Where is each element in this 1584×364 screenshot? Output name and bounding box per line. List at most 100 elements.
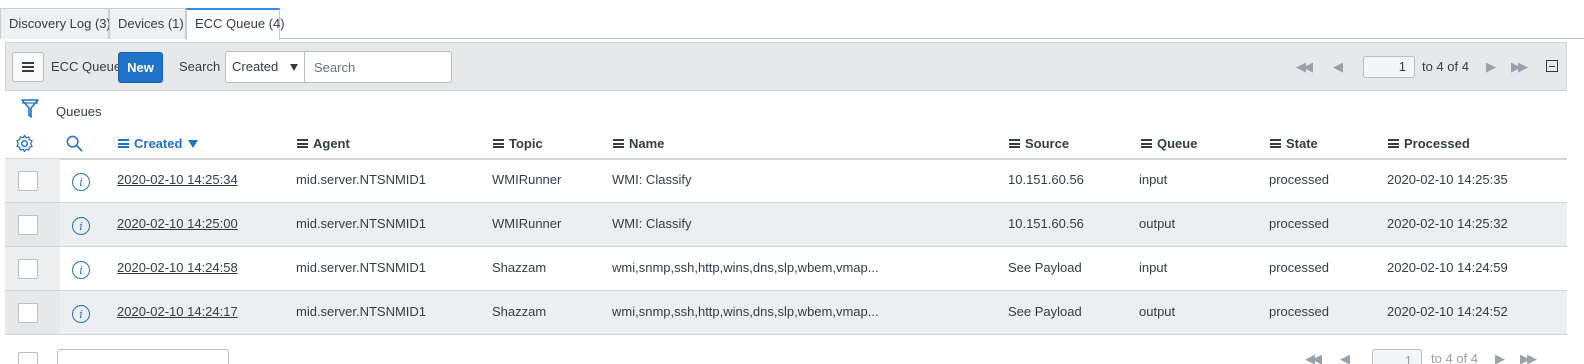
list-title: ECC Queue xyxy=(51,59,122,74)
column-header-label: Agent xyxy=(313,136,350,151)
cell-processed: 2020-02-10 14:24:52 xyxy=(1387,304,1508,319)
column-header-label: Processed xyxy=(1404,136,1470,151)
info-icon[interactable]: i xyxy=(72,261,90,279)
tab-devices[interactable]: Devices (1) xyxy=(109,8,186,39)
cell-source: See Payload xyxy=(1008,260,1082,275)
footer-page-range-label: to 4 of 4 xyxy=(1431,351,1478,364)
sort-descending-icon xyxy=(188,139,199,148)
related-list-tabs: Discovery Log (3) Devices (1) ECC Queue … xyxy=(0,0,1584,40)
search-icon[interactable] xyxy=(65,134,84,153)
cell-agent: mid.server.NTSNMID1 xyxy=(296,172,427,187)
new-button[interactable]: New xyxy=(118,52,163,83)
last-page-icon[interactable]: ▶▶ xyxy=(1520,351,1537,364)
cell-state: processed xyxy=(1269,216,1329,231)
cell-agent: mid.server.NTSNMID1 xyxy=(296,216,427,231)
search-label: Search xyxy=(179,59,221,74)
column-header-topic[interactable]: Topic xyxy=(493,135,543,152)
column-header-label: Created xyxy=(134,136,183,151)
cell-state: processed xyxy=(1269,304,1329,319)
row-checkbox[interactable] xyxy=(18,215,38,235)
column-menu-icon[interactable] xyxy=(1388,139,1399,148)
column-header-label: Source xyxy=(1025,136,1070,151)
first-page-icon[interactable]: ◀◀ xyxy=(1305,351,1322,364)
column-header-agent[interactable]: Agent xyxy=(297,135,350,152)
next-page-icon[interactable]: ▶ xyxy=(1486,59,1496,75)
cell-created[interactable]: 2020-02-10 14:24:58 xyxy=(117,260,238,276)
select-all-checkbox[interactable] xyxy=(18,352,38,364)
cell-state: processed xyxy=(1269,260,1329,275)
cell-processed: 2020-02-10 14:25:32 xyxy=(1387,216,1508,231)
first-page-icon[interactable]: ◀◀ xyxy=(1296,59,1313,75)
info-icon[interactable]: i xyxy=(72,173,90,191)
collapse-list-icon[interactable] xyxy=(1546,60,1558,72)
table-row: i 2020-02-10 14:25:34 mid.server.NTSNMID… xyxy=(5,159,1567,203)
cell-name: WMI: Classify xyxy=(612,172,692,187)
column-menu-icon[interactable] xyxy=(297,139,308,148)
next-page-icon[interactable]: ▶ xyxy=(1495,351,1505,364)
list-toolbar: ECC Queue New Search Created ◀◀ ◀ 1 to 4… xyxy=(5,42,1567,91)
caret-down-icon xyxy=(290,64,298,71)
gear-icon[interactable] xyxy=(15,134,34,153)
cell-source: 10.151.60.56 xyxy=(1008,172,1084,187)
column-header-state[interactable]: State xyxy=(1270,135,1318,152)
table-row: i 2020-02-10 14:24:17 mid.server.NTSNMID… xyxy=(5,291,1567,335)
row-checkbox[interactable] xyxy=(18,171,38,191)
column-header-label: Queue xyxy=(1157,136,1198,151)
page-range-label: to 4 of 4 xyxy=(1422,59,1469,74)
column-header-name[interactable]: Name xyxy=(613,135,664,152)
cell-created[interactable]: 2020-02-10 14:25:00 xyxy=(117,216,238,232)
info-icon[interactable]: i xyxy=(72,305,90,323)
cell-agent: mid.server.NTSNMID1 xyxy=(296,260,427,275)
cell-source: 10.151.60.56 xyxy=(1008,216,1084,231)
footer-page-number-input[interactable]: 1 xyxy=(1372,349,1422,364)
cell-source: See Payload xyxy=(1008,304,1082,319)
cell-name: wmi,snmp,ssh,http,wins,dns,slp,wbem,vmap… xyxy=(612,304,879,319)
column-header-label: Name xyxy=(629,136,665,151)
cell-processed: 2020-02-10 14:25:35 xyxy=(1387,172,1508,187)
cell-queue: input xyxy=(1139,172,1168,187)
page-number-input[interactable]: 1 xyxy=(1363,56,1415,78)
list-context-menu-button[interactable] xyxy=(12,52,44,82)
row-checkbox[interactable] xyxy=(18,303,38,323)
last-page-icon[interactable]: ▶▶ xyxy=(1511,59,1528,75)
column-header-processed[interactable]: Processed xyxy=(1388,135,1470,152)
column-menu-icon[interactable] xyxy=(1009,139,1020,148)
cell-topic: WMIRunner xyxy=(492,172,562,187)
cell-state: processed xyxy=(1269,172,1329,187)
row-select-cell xyxy=(5,291,60,334)
tab-discovery-log[interactable]: Discovery Log (3) xyxy=(0,8,111,39)
column-header-queue[interactable]: Queue xyxy=(1141,135,1197,152)
column-menu-icon[interactable] xyxy=(1141,139,1152,148)
table-row: i 2020-02-10 14:24:58 mid.server.NTSNMID… xyxy=(5,247,1567,291)
column-menu-icon[interactable] xyxy=(118,139,129,148)
cell-topic: Shazzam xyxy=(492,260,547,275)
cell-queue: output xyxy=(1139,304,1176,319)
hamburger-icon xyxy=(22,62,34,72)
column-header-source[interactable]: Source xyxy=(1009,135,1069,152)
column-menu-icon[interactable] xyxy=(613,139,624,148)
search-input[interactable] xyxy=(304,51,452,83)
row-select-cell xyxy=(5,203,60,246)
cell-name: WMI: Classify xyxy=(612,216,692,231)
tab-ecc-queue[interactable]: ECC Queue (4) xyxy=(186,8,285,40)
breadcrumb[interactable]: Queues xyxy=(56,104,102,119)
cell-name: wmi,snmp,ssh,http,wins,dns,slp,wbem,vmap… xyxy=(612,260,879,275)
column-header-created[interactable]: Created xyxy=(118,135,199,152)
previous-page-icon[interactable]: ◀ xyxy=(1333,59,1343,75)
previous-page-icon[interactable]: ◀ xyxy=(1340,351,1350,364)
column-menu-icon[interactable] xyxy=(493,139,504,148)
cell-processed: 2020-02-10 14:24:59 xyxy=(1387,260,1508,275)
cell-topic: Shazzam xyxy=(492,304,547,319)
column-menu-icon[interactable] xyxy=(1270,139,1281,148)
funnel-icon[interactable] xyxy=(20,98,40,120)
actions-on-selected-select[interactable] xyxy=(57,349,229,364)
cell-created[interactable]: 2020-02-10 14:24:17 xyxy=(117,304,238,320)
row-select-cell xyxy=(5,159,60,202)
search-field-select[interactable]: Created xyxy=(225,51,305,83)
cell-created[interactable]: 2020-02-10 14:25:34 xyxy=(117,172,238,188)
row-checkbox[interactable] xyxy=(18,259,38,279)
cell-agent: mid.server.NTSNMID1 xyxy=(296,304,427,319)
column-header-label: Topic xyxy=(509,136,543,151)
cell-topic: WMIRunner xyxy=(492,216,562,231)
info-icon[interactable]: i xyxy=(72,217,90,235)
